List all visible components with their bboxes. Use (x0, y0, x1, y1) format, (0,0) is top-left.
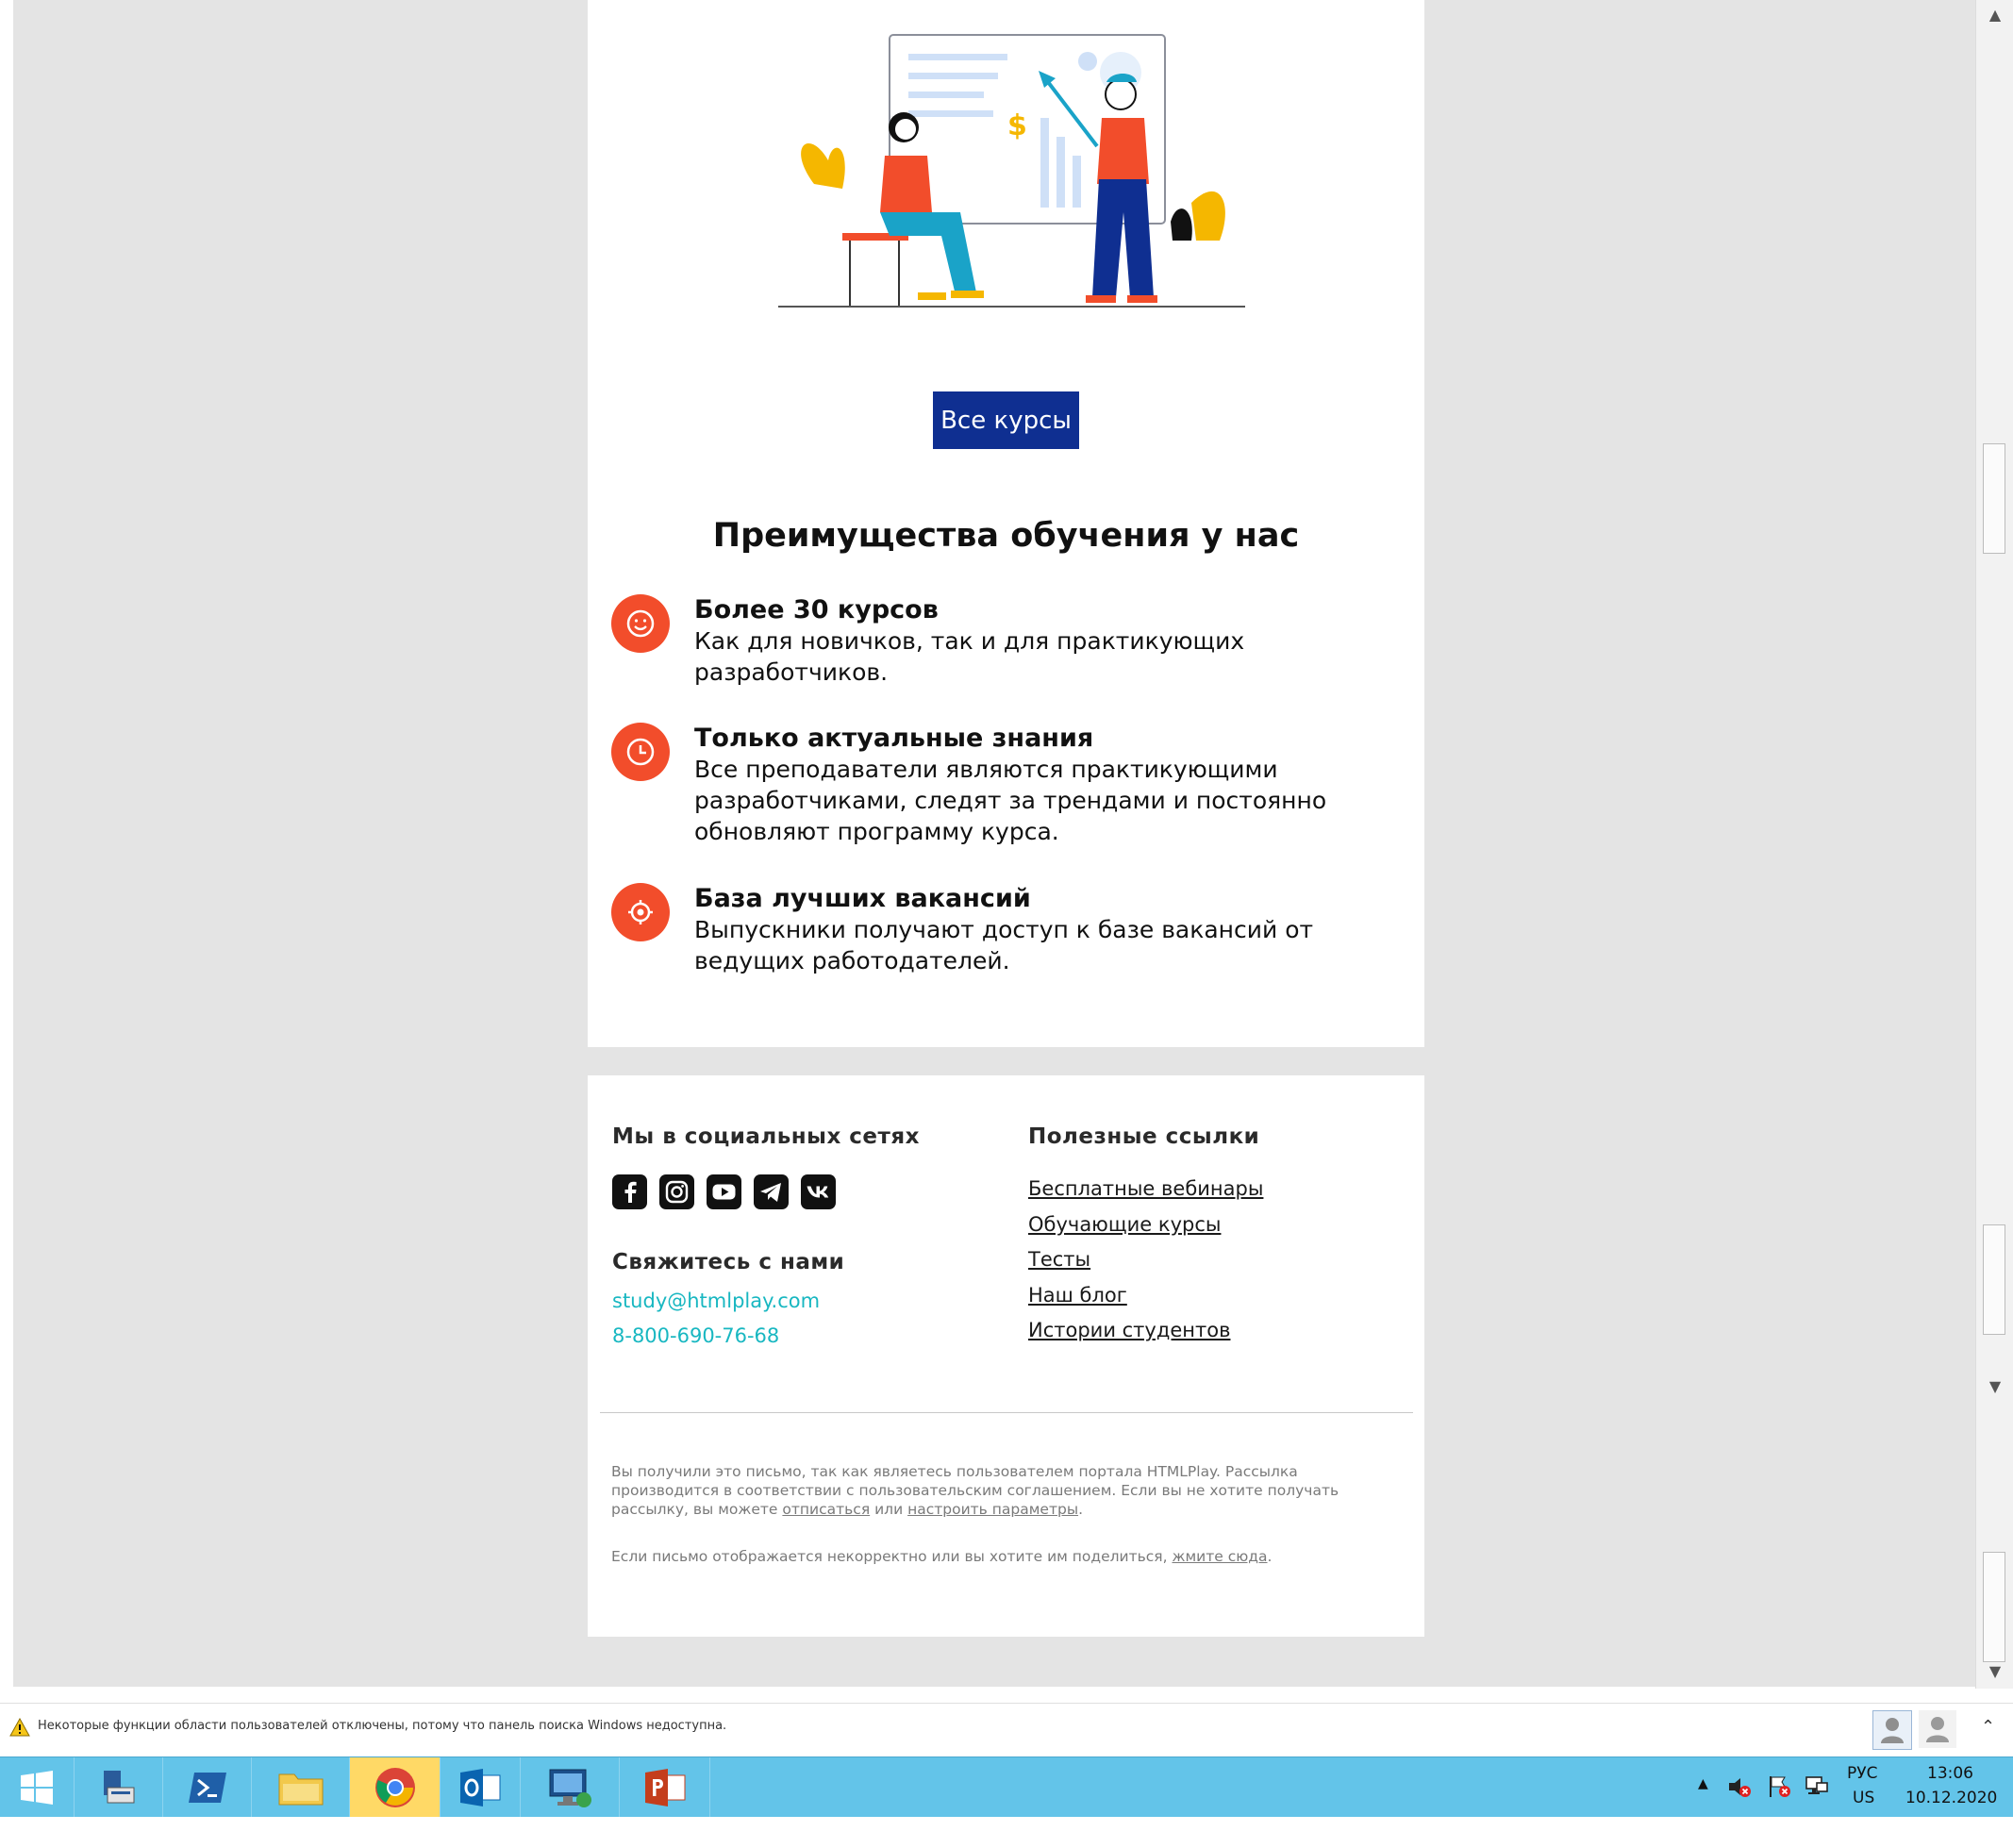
taskbar-outlook[interactable] (441, 1757, 521, 1817)
start-button[interactable] (0, 1757, 75, 1817)
advantages-title: Преимущества обучения у нас (712, 517, 1300, 555)
scrollbar-thumb[interactable] (1983, 443, 2005, 554)
advantage-item: Более 30 курсов Как для новичков, так и … (611, 594, 1404, 698)
instagram-icon[interactable] (659, 1174, 694, 1209)
advantage-title: Только актуальные знания (694, 724, 1094, 753)
footer-divider (600, 1412, 1413, 1413)
taskbar-powerpoint[interactable] (620, 1757, 710, 1817)
subscription-notice: Вы получили это письмо, так как являетес… (611, 1462, 1404, 1519)
facebook-icon[interactable] (612, 1174, 647, 1209)
all-courses-button[interactable]: Все курсы (933, 391, 1079, 449)
taskbar-chrome[interactable] (350, 1757, 441, 1817)
advantage-text: Все преподаватели являются практикующими… (694, 756, 1327, 845)
taskbar-remote-desktop[interactable] (521, 1757, 620, 1817)
link-tests[interactable]: Тесты (1028, 1246, 1263, 1282)
scrollbar-thumb[interactable] (1983, 1552, 2005, 1662)
browser-viewport: $ Все курсы Преимущества обучения у нас … (0, 0, 2013, 1698)
contact-heading: Свяжитесь с нами (612, 1250, 845, 1274)
telegram-icon[interactable] (754, 1174, 789, 1209)
scroll-up-arrow-icon[interactable]: ▲ (1986, 6, 2005, 25)
chevron-up-icon[interactable]: ⌃ (1981, 1717, 1995, 1737)
windows-logo-icon (21, 1770, 53, 1805)
network-icon[interactable] (1804, 1773, 1830, 1833)
notice-text: . (1078, 1501, 1083, 1518)
email-main-card: $ Все курсы Преимущества обучения у нас … (588, 0, 1424, 1047)
advantage-text: Как для новичков, так и для практикующих… (694, 627, 1245, 686)
folder-icon (278, 1773, 323, 1805)
link-free-webinars[interactable]: Бесплатные вебинары (1028, 1175, 1263, 1211)
advantage-text: Выпускники получают доступ к базе ваканс… (694, 916, 1314, 974)
sound-muted-icon[interactable] (1726, 1773, 1753, 1833)
email-footer-card: Мы в социальных сетях Свяжитесь с нами s… (588, 1075, 1424, 1637)
social-heading: Мы в социальных сетях (612, 1124, 920, 1149)
social-icons (612, 1174, 836, 1209)
taskbar: ▲ РУС US 13:06 10.12.2020 (0, 1756, 2013, 1817)
contact-phone-link[interactable]: 8-800-690-76-68 (612, 1324, 779, 1347)
notification-text: Некоторые функции области пользователей … (38, 1719, 727, 1733)
notification-bar: Некоторые функции области пользователей … (0, 1703, 2013, 1753)
svg-text:$: $ (1007, 109, 1027, 142)
advantage-item: Только актуальные знания Все преподавате… (611, 723, 1404, 855)
vk-icon[interactable] (801, 1174, 836, 1209)
settings-link[interactable]: настроить параметры (907, 1501, 1078, 1518)
advantage-title: База лучших вакансий (694, 884, 1031, 913)
vertical-scrollbar[interactable]: ▲ ▼ ▼ (1975, 0, 2013, 1689)
outlook-icon (460, 1768, 501, 1806)
powershell-icon (188, 1772, 226, 1803)
chrome-icon (374, 1767, 415, 1807)
target-icon (611, 883, 670, 941)
clock-date[interactable]: 10.12.2020 (1905, 1789, 1997, 1848)
useful-links: Бесплатные вебинары Обучающие курсы Тест… (1028, 1175, 1263, 1353)
notice-text: или (870, 1501, 908, 1518)
web-version-notice: Если письмо отображается некорректно или… (611, 1547, 1404, 1566)
youtube-icon[interactable] (707, 1174, 741, 1209)
scroll-down-arrow-icon[interactable]: ▼ (1986, 1377, 2005, 1396)
advantage-item: База лучших вакансий Выпускники получают… (611, 883, 1404, 987)
notice-text: Если письмо отображается некорректно или… (611, 1548, 1173, 1565)
advantage-title: Более 30 курсов (694, 595, 939, 624)
taskbar-server-manager[interactable] (75, 1757, 163, 1817)
remote-desktop-icon (549, 1769, 591, 1807)
keyboard-layout[interactable]: US (1853, 1789, 1874, 1848)
teachers-illustration: $ (778, 34, 1245, 308)
email-background: $ Все курсы Преимущества обучения у нас … (13, 0, 1975, 1687)
link-student-stories[interactable]: Истории студентов (1028, 1317, 1263, 1353)
contact-email-link[interactable]: study@htmlplay.com (612, 1290, 820, 1312)
user-icon[interactable] (1919, 1710, 1956, 1748)
links-heading: Полезные ссылки (1028, 1124, 1260, 1149)
scroll-down-arrow-icon[interactable]: ▼ (1986, 1662, 2005, 1681)
action-center-flag-icon[interactable] (1766, 1773, 1792, 1833)
link-blog[interactable]: Наш блог (1028, 1282, 1263, 1318)
link-courses[interactable]: Обучающие курсы (1028, 1211, 1263, 1247)
show-hidden-icons[interactable]: ▲ (1698, 1776, 1708, 1836)
taskbar-powershell[interactable] (163, 1757, 252, 1817)
clock-icon (611, 723, 670, 781)
smile-icon (611, 594, 670, 653)
user-icon[interactable] (1872, 1710, 1912, 1750)
web-version-link[interactable]: жмите сюда (1173, 1548, 1268, 1565)
taskbar-file-explorer[interactable] (252, 1757, 350, 1817)
warning-icon (9, 1718, 30, 1737)
scrollbar-thumb[interactable] (1983, 1224, 2005, 1335)
server-manager-icon (103, 1770, 134, 1803)
notice-text: . (1267, 1548, 1273, 1565)
unsubscribe-link[interactable]: отписаться (782, 1501, 870, 1518)
powerpoint-icon (644, 1768, 685, 1806)
